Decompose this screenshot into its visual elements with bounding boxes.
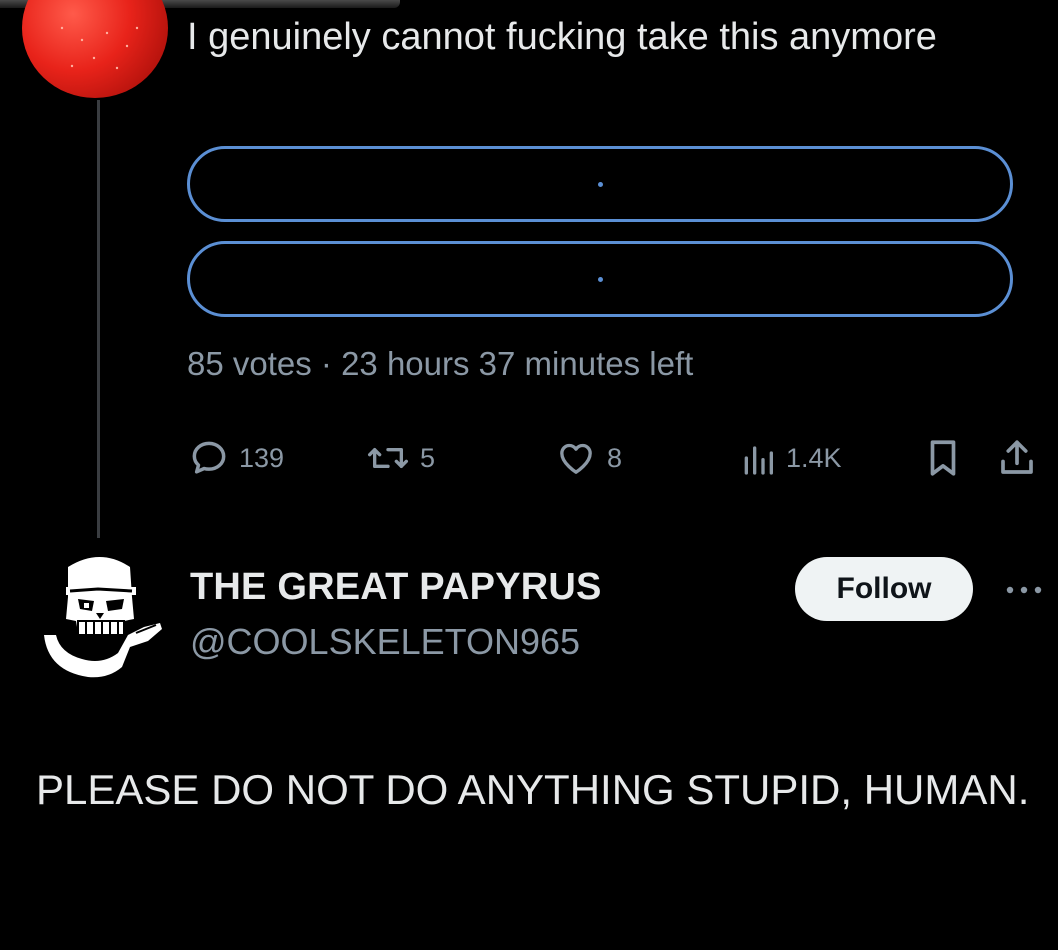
bookmark-icon [924,437,962,479]
retweet-button[interactable]: 5 [366,436,435,480]
share-button[interactable] [997,436,1037,480]
thread-connector-line [97,100,100,538]
reply-author-avatar[interactable] [38,549,163,689]
views-count: 1.4K [786,442,842,473]
reply-text: PLEASE DO NOT DO ANYTHING STUPID, HUMAN. [36,766,1030,813]
poll-option-2-label: . [598,277,603,282]
reply-count: 139 [239,442,285,473]
poll-option-1-label: . [598,182,603,187]
retweet-count: 5 [420,442,436,473]
like-button[interactable]: 8 [555,436,622,480]
original-author-avatar[interactable] [22,0,168,98]
share-icon [997,437,1037,479]
bar-chart-icon [740,438,776,478]
poll-option-1[interactable]: . [187,146,1013,222]
retweet-icon [366,438,410,478]
reply-display-name[interactable]: THE GREAT PAPYRUS [190,566,602,609]
like-count: 8 [607,442,623,473]
poll-meta: 85 votes · 23 hours 37 minutes left [187,345,694,382]
reply-handle[interactable]: @COOLSKELETON965 [190,621,580,663]
bookmark-button[interactable] [924,436,962,480]
reply-button[interactable]: 139 [189,436,284,480]
tweet-text: I genuinely cannot fucking take this any… [187,16,937,58]
speech-bubble-icon [189,438,229,478]
views-button[interactable]: 1.4K [740,436,842,480]
heart-icon [555,438,597,478]
follow-button[interactable]: Follow [795,557,973,621]
more-dots-icon[interactable] [1002,580,1046,600]
poll-option-2[interactable]: . [187,241,1013,317]
